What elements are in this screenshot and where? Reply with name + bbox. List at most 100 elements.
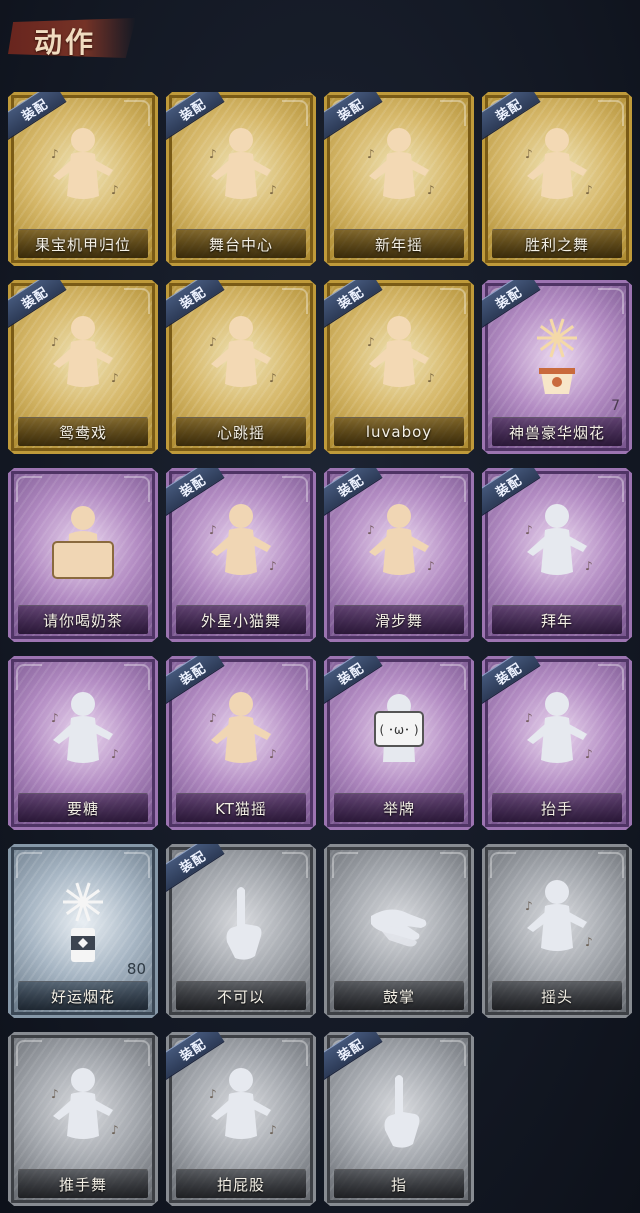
figure-bow-icon: ♪ ♪	[507, 494, 607, 594]
emote-card[interactable]: 装配 ♪ ♪ 胜利之舞	[482, 92, 632, 266]
card-label-bar: 好运烟花	[18, 981, 148, 1010]
emote-card[interactable]: ♪ ♪ 摇头	[482, 844, 632, 1018]
card-label-bar: 心跳摇	[176, 417, 306, 446]
card-label: 心跳摇	[216, 423, 265, 442]
figure-clap-icon: ♪ ♪	[349, 118, 449, 218]
card-label: 抬手	[540, 799, 573, 818]
figure-dance-icon: ♪ ♪	[33, 306, 133, 406]
svg-text:♪: ♪	[585, 747, 593, 761]
card-label-bar: 新年摇	[334, 229, 464, 258]
emote-card[interactable]: 装配 ♪ ♪ 滑步舞	[324, 468, 474, 642]
svg-text:♪: ♪	[269, 747, 277, 761]
card-label-bar: 拍屁股	[176, 1169, 306, 1198]
emote-card[interactable]: 鼓掌	[324, 844, 474, 1018]
card-label: 新年摇	[374, 235, 423, 254]
card-label-bar: 不可以	[176, 981, 306, 1010]
emote-card[interactable]: 装配( ･ω･ ) 举牌	[324, 656, 474, 830]
card-label-bar: 滑步舞	[334, 605, 464, 634]
card-label: 不可以	[216, 987, 265, 1006]
card-label-bar: 请你喝奶茶	[18, 605, 148, 634]
emote-card[interactable]: 装配 ♪ ♪ 抬手	[482, 656, 632, 830]
svg-text:♪: ♪	[209, 523, 217, 537]
svg-text:♪: ♪	[111, 1123, 119, 1137]
card-label-bar: 果宝机甲归位	[18, 229, 148, 258]
card-label: 神兽豪华烟花	[508, 423, 605, 442]
figure-shake-head-icon: ♪ ♪	[507, 870, 607, 970]
figure-pose-sparkle-icon: ♪ ♪	[191, 118, 291, 218]
card-label-bar: 神兽豪华烟花	[492, 417, 622, 446]
svg-text:♪: ♪	[367, 335, 375, 349]
card-label-bar: 抬手	[492, 793, 622, 822]
emote-card[interactable]: 装配 ♪ ♪ 外星小猫舞	[166, 468, 316, 642]
card-label-bar: 拜年	[492, 605, 622, 634]
emote-card[interactable]: 装配 ♪ ♪ 舞台中心	[166, 92, 316, 266]
emote-card[interactable]: 装配指	[324, 1032, 474, 1206]
figure-point-up-icon: ♪ ♪	[507, 118, 607, 218]
card-label-bar: 指	[334, 1169, 464, 1198]
svg-text:♪: ♪	[525, 523, 533, 537]
card-label: 拜年	[540, 611, 573, 630]
emote-card[interactable]: 装配 不可以	[166, 844, 316, 1018]
svg-text:♪: ♪	[209, 147, 217, 161]
svg-text:♪: ♪	[51, 147, 59, 161]
svg-text:( ･ω･ ): ( ･ω･ )	[379, 723, 418, 737]
svg-text:♪: ♪	[585, 183, 593, 197]
card-label-bar: 鸳鸯戏	[18, 417, 148, 446]
emote-card[interactable]: 请你喝奶茶	[8, 468, 158, 642]
figure-point-side-icon: ♪ ♪	[191, 494, 291, 594]
item-count: 80	[126, 960, 146, 978]
card-label: 外星小猫舞	[200, 611, 281, 630]
card-label: 拍屁股	[216, 1175, 265, 1194]
card-label: 推手舞	[58, 1175, 107, 1194]
fireworks-pot-icon	[507, 306, 607, 406]
svg-text:♪: ♪	[269, 559, 277, 573]
card-label: 鸳鸯戏	[58, 423, 107, 442]
svg-text:♪: ♪	[367, 147, 375, 161]
svg-text:♪: ♪	[269, 1123, 277, 1137]
svg-text:♪: ♪	[51, 711, 59, 725]
card-label-bar: 要糖	[18, 793, 148, 822]
card-label: 滑步舞	[374, 611, 423, 630]
emote-card[interactable]: 装配 ♪ ♪ luvaboy	[324, 280, 474, 454]
figure-arms-crossed-icon: ♪ ♪	[349, 306, 449, 406]
card-label: 请你喝奶茶	[42, 611, 123, 630]
emote-card[interactable]: ♪ ♪ 要糖	[8, 656, 158, 830]
svg-text:♪: ♪	[269, 183, 277, 197]
card-label-bar: KT猫摇	[176, 793, 306, 822]
svg-text:♪: ♪	[525, 899, 533, 913]
emote-card[interactable]: 80 好运烟花	[8, 844, 158, 1018]
svg-text:♪: ♪	[111, 747, 119, 761]
svg-text:♪: ♪	[111, 371, 119, 385]
emote-card[interactable]: 装配 ♪ ♪ KT猫摇	[166, 656, 316, 830]
card-label: 摇头	[540, 987, 573, 1006]
svg-text:♪: ♪	[525, 711, 533, 725]
card-label: luvaboy	[365, 423, 433, 441]
card-label-bar: 舞台中心	[176, 229, 306, 258]
emote-card[interactable]: 装配 ♪ ♪ 拜年	[482, 468, 632, 642]
emote-card[interactable]: 装配 7 神兽豪华烟花	[482, 280, 632, 454]
emote-card[interactable]: 装配 ♪ ♪ 拍屁股	[166, 1032, 316, 1206]
pointing-hand-icon	[349, 1058, 449, 1158]
svg-text:♪: ♪	[525, 147, 533, 161]
figure-reach-icon: ♪ ♪	[33, 682, 133, 782]
svg-text:♪: ♪	[585, 935, 593, 949]
emote-card[interactable]: 装配 ♪ ♪ 果宝机甲归位	[8, 92, 158, 266]
emote-card[interactable]: 装配 ♪ ♪ 心跳摇	[166, 280, 316, 454]
card-label: 胜利之舞	[524, 235, 589, 254]
svg-text:♪: ♪	[111, 183, 119, 197]
svg-text:♪: ♪	[427, 371, 435, 385]
card-label: 指	[390, 1175, 407, 1194]
fireworks-can-icon	[33, 870, 133, 970]
svg-text:♪: ♪	[209, 1087, 217, 1101]
emote-card[interactable]: ♪ ♪ 推手舞	[8, 1032, 158, 1206]
figure-sign-icon	[33, 494, 133, 594]
item-count: 7	[611, 398, 620, 414]
card-label: 舞台中心	[208, 235, 273, 254]
clapping-hands-icon	[349, 870, 449, 970]
figure-dance-icon: ♪ ♪	[349, 494, 449, 594]
svg-text:♪: ♪	[209, 711, 217, 725]
card-label: 好运烟花	[50, 987, 115, 1006]
emote-card[interactable]: 装配 ♪ ♪ 新年摇	[324, 92, 474, 266]
emote-card[interactable]: 装配 ♪ ♪ 鸳鸯戏	[8, 280, 158, 454]
page-title: 动作	[34, 26, 97, 59]
